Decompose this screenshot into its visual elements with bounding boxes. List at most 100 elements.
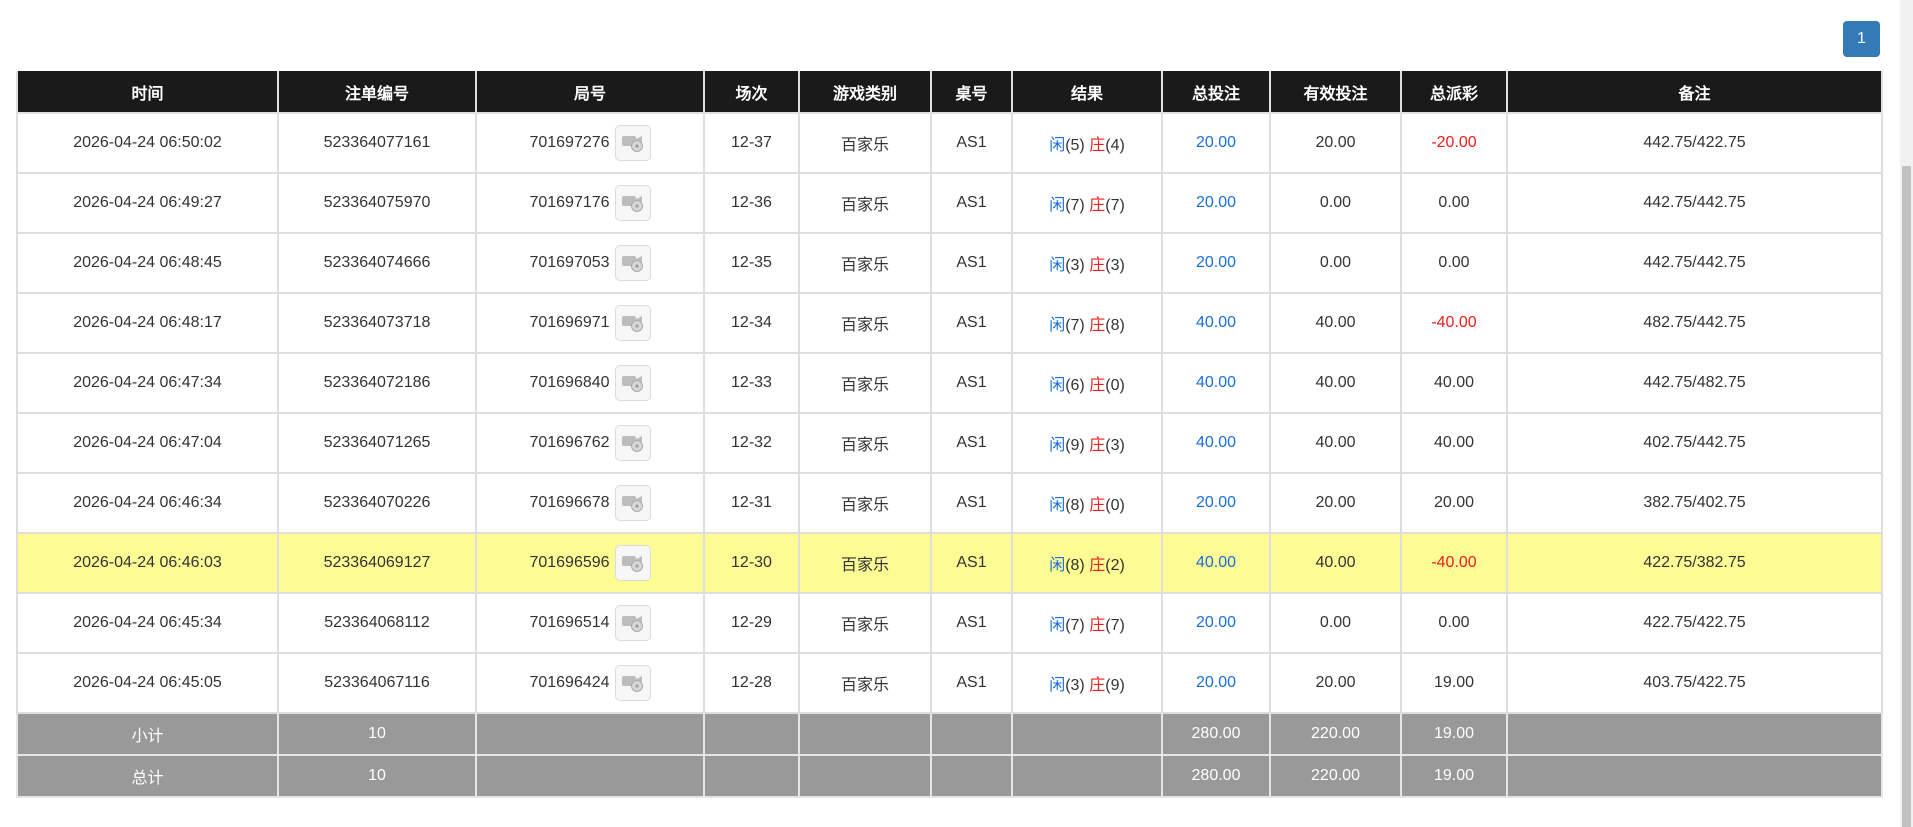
player-score: (3) — [1065, 257, 1085, 274]
video-replay-icon[interactable] — [614, 365, 651, 401]
cell-note: 442.75/442.75 — [1506, 232, 1883, 294]
video-replay-icon[interactable] — [614, 125, 651, 161]
empty-cell — [475, 754, 705, 798]
cell-result: 闲(6) 庄(0) — [1011, 352, 1163, 414]
table-row: 2026-04-24 06:49:27 523364075970 701697176… — [16, 172, 1883, 234]
cell-game: 百家乐 — [798, 592, 932, 654]
cell-bet-id: 523364071265 — [277, 412, 477, 474]
round-number: 701697276 — [529, 134, 610, 151]
table-row: 2026-04-24 06:45:34 523364068112 701696514… — [16, 592, 1883, 654]
cell-game: 百家乐 — [798, 292, 932, 354]
scrollbar-thumb[interactable] — [1902, 166, 1911, 827]
video-replay-icon[interactable] — [614, 245, 651, 281]
banker-label: 庄 — [1089, 197, 1106, 214]
video-replay-icon[interactable] — [614, 305, 651, 341]
cell-time: 2026-04-24 06:45:34 — [16, 592, 279, 654]
video-replay-icon[interactable] — [614, 485, 651, 521]
cell-total-bet: 20.00 — [1161, 472, 1271, 534]
video-replay-icon[interactable] — [614, 425, 651, 461]
cell-table-no: AS1 — [930, 472, 1013, 534]
cell-table-no: AS1 — [930, 592, 1013, 654]
cell-payout: 0.00 — [1400, 592, 1508, 654]
cell-payout: 40.00 — [1400, 412, 1508, 474]
cell-time: 2026-04-24 06:50:02 — [16, 112, 279, 174]
cell-table-no: AS1 — [930, 352, 1013, 414]
cell-time: 2026-04-24 06:47:04 — [16, 412, 279, 474]
banker-score: (7) — [1105, 197, 1125, 214]
banker-score: (0) — [1105, 377, 1125, 394]
cell-round: 701696514 — [475, 592, 705, 654]
cell-result: 闲(8) 庄(0) — [1011, 472, 1163, 534]
header-table-no: 桌号 — [930, 71, 1013, 114]
cell-valid-bet: 20.00 — [1269, 652, 1402, 714]
cell-session: 12-30 — [703, 532, 800, 594]
cell-valid-bet: 40.00 — [1269, 412, 1402, 474]
table-row: 2026-04-24 06:48:17 523364073718 701696971… — [16, 292, 1883, 354]
player-score: (8) — [1065, 497, 1085, 514]
table-row: 2026-04-24 06:47:34 523364072186 701696840… — [16, 352, 1883, 414]
empty-cell — [930, 754, 1013, 798]
cell-table-no: AS1 — [930, 232, 1013, 294]
player-label: 闲 — [1049, 557, 1066, 574]
cell-payout: 19.00 — [1400, 652, 1508, 714]
cell-time: 2026-04-24 06:48:45 — [16, 232, 279, 294]
round-number: 701696514 — [529, 614, 610, 631]
header-bet-id: 注单编号 — [277, 71, 477, 114]
round-number: 701697176 — [529, 194, 610, 211]
empty-cell — [798, 712, 932, 756]
round-number: 701696971 — [529, 314, 610, 331]
round-number: 701696596 — [529, 554, 610, 571]
cell-total-bet: 40.00 — [1161, 292, 1271, 354]
empty-cell — [703, 754, 800, 798]
cell-note: 382.75/402.75 — [1506, 472, 1883, 534]
cell-result: 闲(3) 庄(9) — [1011, 652, 1163, 714]
cell-table-no: AS1 — [930, 292, 1013, 354]
banker-score: (7) — [1105, 617, 1125, 634]
banker-score: (4) — [1105, 137, 1125, 154]
cell-round: 701696971 — [475, 292, 705, 354]
player-label: 闲 — [1049, 677, 1066, 694]
video-replay-icon[interactable] — [614, 185, 651, 221]
cell-note: 422.75/422.75 — [1506, 592, 1883, 654]
grand-total-count: 10 — [277, 754, 477, 798]
cell-session: 12-34 — [703, 292, 800, 354]
cell-bet-id: 523364072186 — [277, 352, 477, 414]
banker-label: 庄 — [1089, 437, 1106, 454]
header-round: 局号 — [475, 71, 705, 114]
cell-note: 403.75/422.75 — [1506, 652, 1883, 714]
pagination-page-1[interactable]: 1 — [1843, 21, 1880, 57]
banker-label: 庄 — [1089, 137, 1106, 154]
cell-time: 2026-04-24 06:49:27 — [16, 172, 279, 234]
cell-note: 442.75/442.75 — [1506, 172, 1883, 234]
cell-total-bet: 40.00 — [1161, 532, 1271, 594]
cell-time: 2026-04-24 06:45:05 — [16, 652, 279, 714]
video-replay-icon[interactable] — [614, 545, 651, 581]
cell-result: 闲(8) 庄(2) — [1011, 532, 1163, 594]
cell-time: 2026-04-24 06:46:34 — [16, 472, 279, 534]
grand-total-valid-bet: 220.00 — [1269, 754, 1402, 798]
banker-score: (3) — [1105, 257, 1125, 274]
grand-total-row: 总计 10 280.00 220.00 19.00 — [16, 754, 1883, 798]
player-score: (7) — [1065, 197, 1085, 214]
video-replay-icon[interactable] — [614, 605, 651, 641]
banker-score: (3) — [1105, 437, 1125, 454]
cell-valid-bet: 40.00 — [1269, 532, 1402, 594]
cell-bet-id: 523364074666 — [277, 232, 477, 294]
cell-session: 12-29 — [703, 592, 800, 654]
cell-note: 422.75/382.75 — [1506, 532, 1883, 594]
cell-payout: -40.00 — [1400, 532, 1508, 594]
cell-session: 12-28 — [703, 652, 800, 714]
banker-score: (8) — [1105, 317, 1125, 334]
cell-bet-id: 523364067116 — [277, 652, 477, 714]
cell-game: 百家乐 — [798, 652, 932, 714]
cell-game: 百家乐 — [798, 352, 932, 414]
cell-payout: 0.00 — [1400, 232, 1508, 294]
video-replay-icon[interactable] — [614, 665, 651, 701]
subtotal-row: 小计 10 280.00 220.00 19.00 — [16, 712, 1883, 756]
cell-bet-id: 523364068112 — [277, 592, 477, 654]
cell-note: 442.75/482.75 — [1506, 352, 1883, 414]
cell-result: 闲(7) 庄(7) — [1011, 592, 1163, 654]
subtotal-label: 小计 — [16, 712, 279, 756]
bet-records-table: 时间 注单编号 局号 场次 游戏类别 桌号 结果 总投注 有效投注 总派彩 备注… — [16, 71, 1883, 798]
banker-label: 庄 — [1089, 677, 1106, 694]
